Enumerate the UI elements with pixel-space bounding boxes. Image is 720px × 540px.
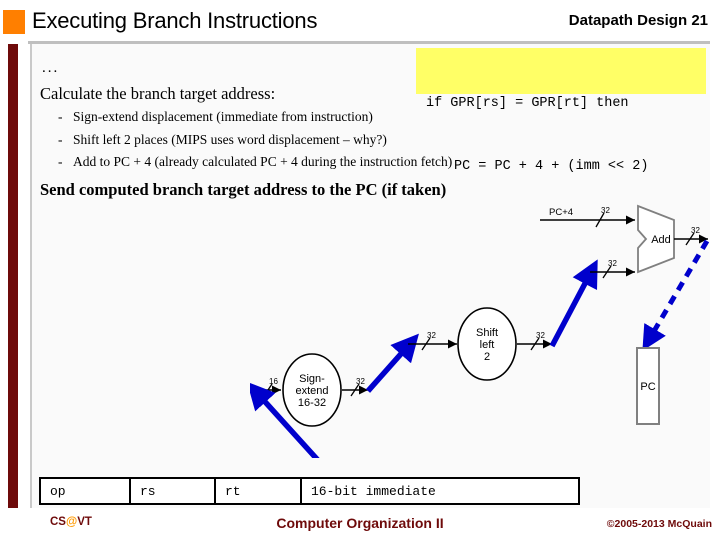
- header-accent-square: [3, 10, 25, 34]
- datapath-diagram: Sign- extend 16-32 16 32 32 Shift left 2…: [250, 198, 710, 458]
- pc-register-label: PC: [640, 381, 655, 393]
- bus-width-imm: 16: [269, 377, 278, 386]
- bus-width-add-in-a: 32: [601, 206, 610, 215]
- shift-left-2-label-3: 2: [484, 351, 490, 363]
- continuation-ellipsis: ...: [42, 60, 60, 76]
- highlight-arrow-shift-to-add: [549, 259, 598, 348]
- list-item: Shift left 2 places (MIPS uses word disp…: [56, 132, 556, 148]
- page-title: Executing Branch Instructions: [32, 8, 318, 33]
- sign-extend-unit: Sign- extend 16-32: [282, 353, 342, 427]
- lead-statement: Calculate the branch target address:: [40, 84, 276, 103]
- highlight-arrow-signextend-to-shift: [365, 333, 419, 393]
- bus-width-add-in-b: 32: [608, 259, 617, 268]
- slide-number: 21: [691, 12, 708, 29]
- adder-unit: Add: [637, 204, 675, 274]
- header-section-label: Datapath Design 21: [569, 12, 708, 29]
- pc-register: PC: [636, 347, 660, 425]
- shift-left-2-label-2: left: [480, 339, 495, 351]
- instruction-format-table: op rs rt 16-bit immediate: [39, 477, 580, 505]
- sign-extend-label-3: 16-32: [298, 397, 326, 409]
- sign-extend-label-1: Sign-: [299, 373, 325, 385]
- list-item: Add to PC + 4 (already calculated PC + 4…: [56, 154, 556, 170]
- sign-extend-label-2: extend: [295, 385, 328, 397]
- bus-width-signextend-out: 32: [356, 377, 365, 386]
- bus-width-add-out: 32: [691, 226, 700, 235]
- adder-label: Add: [651, 234, 671, 246]
- section-name: Datapath Design: [568, 12, 688, 29]
- footer-copyright: ©2005-2013 McQuain: [606, 518, 712, 530]
- bus-width-shift-out: 32: [536, 331, 545, 340]
- pseudocode-callout: if GPR[rs] = GPR[rt] then PC = PC + 4 + …: [416, 48, 706, 174]
- instr-field-rt: rt: [216, 479, 302, 503]
- shift-left-2-unit: Shift left 2: [457, 307, 517, 381]
- bus-width-shift-in: 32: [427, 331, 436, 340]
- bullet-list: Sign-extend displacement (immediate from…: [56, 109, 556, 177]
- instr-field-immediate: 16-bit immediate: [311, 483, 436, 499]
- slide-root: Executing Branch Instructions Datapath D…: [0, 0, 720, 540]
- list-item: Sign-extend displacement (immediate from…: [56, 109, 556, 125]
- left-accent-bar: [8, 44, 18, 508]
- pc-plus-4-label: PC+4: [549, 207, 573, 218]
- instr-field-op: op: [41, 479, 131, 503]
- shift-left-2-label-1: Shift: [476, 327, 498, 339]
- closing-statement: Send computed branch target address to t…: [40, 180, 447, 199]
- instr-field-rs: rs: [131, 479, 216, 503]
